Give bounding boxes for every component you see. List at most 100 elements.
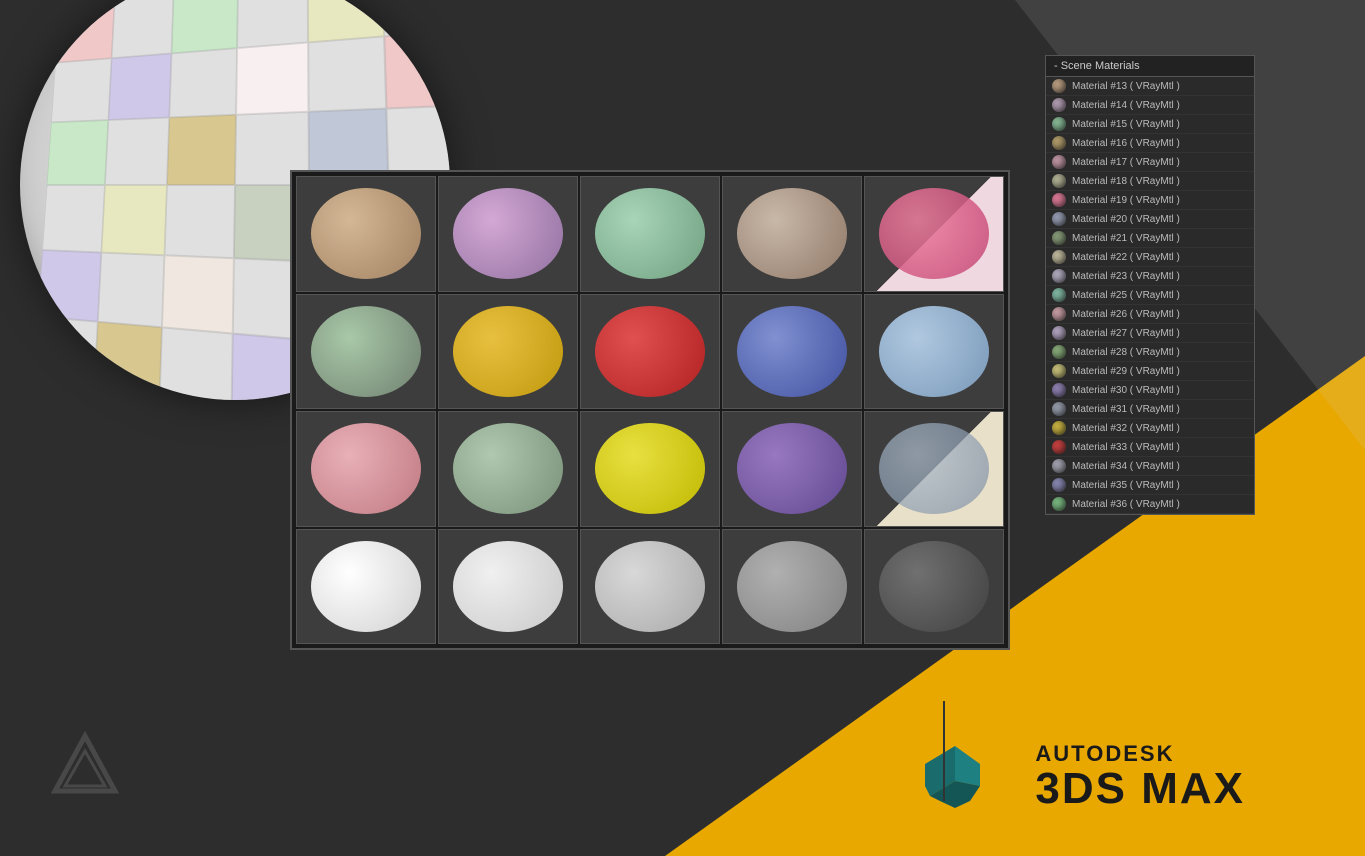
panel-item-21[interactable]: Material #21 ( VRayMtl )	[1046, 229, 1254, 248]
material-cell-21[interactable]	[722, 294, 862, 410]
material-grid-container	[290, 170, 1010, 650]
swatch-36	[1052, 497, 1066, 511]
material-sphere-21	[737, 306, 847, 397]
panel-item-label-25: Material #25 ( VRayMtl )	[1072, 290, 1180, 301]
panel-item-label-21: Material #21 ( VRayMtl )	[1072, 233, 1180, 244]
sphere-cell	[111, 0, 174, 58]
sphere-cell	[33, 317, 98, 395]
panel-item-33[interactable]: Material #33 ( VRayMtl )	[1046, 438, 1254, 457]
panel-item-label-34: Material #34 ( VRayMtl )	[1072, 461, 1180, 472]
panel-item-18[interactable]: Material #18 ( VRayMtl )	[1046, 172, 1254, 191]
material-cell-31[interactable]	[296, 529, 436, 645]
logo-divider	[943, 701, 945, 801]
panel-item-34[interactable]: Material #34 ( VRayMtl )	[1046, 457, 1254, 476]
swatch-26	[1052, 307, 1066, 321]
material-sphere-34	[737, 541, 847, 632]
material-cell-34[interactable]	[722, 529, 862, 645]
panel-item-32[interactable]: Material #32 ( VRayMtl )	[1046, 419, 1254, 438]
swatch-32	[1052, 421, 1066, 435]
panel-item-17[interactable]: Material #17 ( VRayMtl )	[1046, 153, 1254, 172]
panel-item-35[interactable]: Material #35 ( VRayMtl )	[1046, 476, 1254, 495]
panel-item-19[interactable]: Material #19 ( VRayMtl )	[1046, 191, 1254, 210]
material-cell-22[interactable]	[864, 294, 1004, 410]
logo-product-text: 3DS MAX	[1035, 767, 1245, 811]
swatch-14	[1052, 98, 1066, 112]
bottom-left-logo	[50, 731, 120, 806]
sphere-cell	[94, 322, 163, 400]
sphere-cell	[172, 0, 238, 53]
material-cell-35[interactable]	[864, 529, 1004, 645]
panel-item-27[interactable]: Material #27 ( VRayMtl )	[1046, 324, 1254, 343]
swatch-13	[1052, 79, 1066, 93]
swatch-20	[1052, 212, 1066, 226]
logo-area: AUTODESK 3DS MAX	[915, 736, 1245, 816]
material-sphere-15	[595, 188, 705, 279]
material-cell-18[interactable]	[296, 294, 436, 410]
swatch-33	[1052, 440, 1066, 454]
panel-item-15[interactable]: Material #15 ( VRayMtl )	[1046, 115, 1254, 134]
sphere-cell	[167, 115, 236, 185]
panel-item-label-28: Material #28 ( VRayMtl )	[1072, 347, 1180, 358]
panel-item-label-18: Material #18 ( VRayMtl )	[1072, 176, 1180, 187]
panel-item-16[interactable]: Material #16 ( VRayMtl )	[1046, 134, 1254, 153]
panel-item-25[interactable]: Material #25 ( VRayMtl )	[1046, 286, 1254, 305]
panel-item-label-20: Material #20 ( VRayMtl )	[1072, 214, 1180, 225]
swatch-25	[1052, 288, 1066, 302]
material-sphere-33	[595, 541, 705, 632]
panel-item-14[interactable]: Material #14 ( VRayMtl )	[1046, 96, 1254, 115]
material-cell-15[interactable]	[580, 176, 720, 292]
panel-item-29[interactable]: Material #29 ( VRayMtl )	[1046, 362, 1254, 381]
panel-item-label-35: Material #35 ( VRayMtl )	[1072, 480, 1180, 491]
panel-item-13[interactable]: Material #13 ( VRayMtl )	[1046, 77, 1254, 96]
swatch-16	[1052, 136, 1066, 150]
material-cell-27[interactable]	[580, 411, 720, 527]
material-sphere-19	[453, 306, 563, 397]
material-cell-14[interactable]	[438, 176, 578, 292]
material-cell-20[interactable]	[580, 294, 720, 410]
material-cell-16[interactable]	[722, 176, 862, 292]
panel-item-23[interactable]: Material #23 ( VRayMtl )	[1046, 267, 1254, 286]
material-sphere-35	[879, 541, 989, 632]
swatch-23	[1052, 269, 1066, 283]
panel-item-label-22: Material #22 ( VRayMtl )	[1072, 252, 1180, 263]
panel-item-label-13: Material #13 ( VRayMtl )	[1072, 81, 1180, 92]
panel-item-label-32: Material #32 ( VRayMtl )	[1072, 423, 1180, 434]
material-sphere-25	[311, 423, 421, 514]
panel-item-label-30: Material #30 ( VRayMtl )	[1072, 385, 1180, 396]
material-cell-13[interactable]	[296, 176, 436, 292]
sphere-cell	[308, 36, 387, 112]
material-cell-25[interactable]	[296, 411, 436, 527]
material-sphere-20	[595, 306, 705, 397]
sphere-cell	[236, 42, 308, 115]
swatch-18	[1052, 174, 1066, 188]
material-cell-17[interactable]	[864, 176, 1004, 292]
sphere-cell	[160, 328, 233, 400]
panel-item-28[interactable]: Material #28 ( VRayMtl )	[1046, 343, 1254, 362]
panel-item-30[interactable]: Material #30 ( VRayMtl )	[1046, 381, 1254, 400]
panel-item-label-14: Material #14 ( VRayMtl )	[1072, 100, 1180, 111]
material-grid	[292, 172, 1008, 648]
panel-item-36[interactable]: Material #36 ( VRayMtl )	[1046, 495, 1254, 514]
sphere-cell	[42, 185, 104, 252]
material-cell-28[interactable]	[722, 411, 862, 527]
panel-item-22[interactable]: Material #22 ( VRayMtl )	[1046, 248, 1254, 267]
panel-item-label-29: Material #29 ( VRayMtl )	[1072, 366, 1180, 377]
material-cell-32[interactable]	[438, 529, 578, 645]
panel-item-26[interactable]: Material #26 ( VRayMtl )	[1046, 305, 1254, 324]
material-cell-26[interactable]	[438, 411, 578, 527]
material-sphere-14	[453, 188, 563, 279]
material-cell-19[interactable]	[438, 294, 578, 410]
material-sphere-22	[879, 306, 989, 397]
sphere-cell	[237, 0, 308, 48]
panel-header: - Scene Materials	[1046, 56, 1254, 77]
sphere-cell	[105, 118, 170, 185]
panel-item-20[interactable]: Material #20 ( VRayMtl )	[1046, 210, 1254, 229]
panel-item-31[interactable]: Material #31 ( VRayMtl )	[1046, 400, 1254, 419]
sphere-cell	[165, 185, 235, 258]
scene-materials-panel: - Scene Materials Material #13 ( VRayMtl…	[1045, 55, 1255, 515]
material-cell-33[interactable]	[580, 529, 720, 645]
swatch-17	[1052, 155, 1066, 169]
material-sphere-26	[453, 423, 563, 514]
material-cell-29[interactable]	[864, 411, 1004, 527]
swatch-28	[1052, 345, 1066, 359]
